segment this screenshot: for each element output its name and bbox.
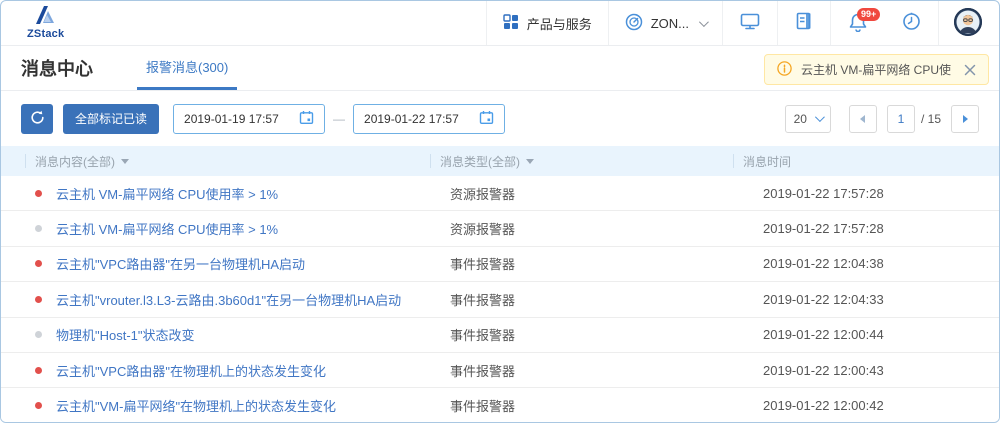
document-icon: [795, 12, 813, 34]
column-header-time: 消息时间: [733, 153, 999, 170]
date-to-value: 2019-01-22 17:57: [364, 112, 459, 126]
table-body: 云主机 VM-扁平网络 CPU使用率 > 1% 资源报警器 2019-01-22…: [1, 176, 999, 423]
column-header-type-label: 消息类型(全部): [440, 153, 520, 170]
next-page-button[interactable]: [951, 105, 979, 133]
date-from-value: 2019-01-19 17:57: [184, 112, 279, 126]
date-from-picker[interactable]: 2019-01-19 17:57: [173, 104, 325, 134]
unread-dot: [35, 190, 42, 197]
unread-dot: [35, 225, 42, 232]
column-header-time-label: 消息时间: [743, 153, 791, 170]
grid-icon: [503, 14, 519, 33]
table-row: 云主机"VPC路由器"在另一台物理机HA启动 事件报警器 2019-01-22 …: [1, 247, 999, 282]
products-services-menu[interactable]: 产品与服务: [486, 1, 608, 45]
message-link[interactable]: 物理机"Host-1"状态改变: [56, 325, 450, 344]
avatar: [953, 7, 983, 40]
message-type: 事件报警器: [450, 396, 763, 415]
unread-dot: [35, 402, 42, 409]
table-row: 物理机"Host-1"状态改变 事件报警器 2019-01-22 12:00:4…: [1, 318, 999, 353]
calendar-icon: [299, 110, 314, 128]
toolbar: 全部标记已读 2019-01-19 17:57 — 2019-01-22 17:…: [1, 91, 999, 146]
navbar-right: 产品与服务 ZON...: [486, 1, 999, 45]
unread-dot: [35, 331, 42, 338]
zstack-logo-icon: [35, 6, 57, 27]
column-header-type[interactable]: 消息类型(全部): [430, 153, 743, 170]
message-time: 2019-01-22 12:00:43: [763, 363, 999, 378]
message-type: 资源报警器: [450, 184, 763, 203]
documents-button[interactable]: [777, 1, 830, 45]
products-services-label: 产品与服务: [527, 14, 592, 33]
table-header: 消息内容(全部) 消息类型(全部) 消息时间: [1, 146, 999, 176]
message-type: 事件报警器: [450, 361, 763, 380]
prev-page-button[interactable]: [849, 105, 877, 133]
unread-dot: [35, 260, 42, 267]
table-row: 云主机 VM-扁平网络 CPU使用率 > 1% 资源报警器 2019-01-22…: [1, 211, 999, 246]
page-size-value: 20: [794, 112, 807, 126]
top-navbar: ZStack 产品与服务: [1, 1, 999, 46]
clock-icon: [902, 12, 921, 34]
column-header-content-label: 消息内容(全部): [35, 153, 115, 170]
chevron-down-icon: [815, 112, 825, 122]
zstack-logo[interactable]: ZStack: [9, 1, 82, 45]
calendar-icon: [479, 110, 494, 128]
zone-selector[interactable]: ZON...: [608, 1, 722, 45]
unread-dot: [35, 367, 42, 374]
message-link[interactable]: 云主机"vrouter.l3.L3-云路由.3b60d1"在另一台物理机HA启动: [56, 290, 450, 309]
message-time: 2019-01-22 12:00:42: [763, 398, 999, 413]
close-icon[interactable]: [964, 64, 976, 76]
message-time: 2019-01-22 12:04:33: [763, 292, 999, 307]
user-menu[interactable]: [938, 1, 999, 45]
message-link[interactable]: 云主机 VM-扁平网络 CPU使用率 > 1%: [56, 184, 450, 203]
zstack-logo-text: ZStack: [27, 28, 64, 40]
chevron-down-icon: [699, 17, 709, 27]
unread-dot: [35, 296, 42, 303]
console-button[interactable]: [722, 1, 777, 45]
message-type: 资源报警器: [450, 219, 763, 238]
app-window: ZStack 产品与服务: [0, 0, 1000, 423]
date-to-picker[interactable]: 2019-01-22 17:57: [353, 104, 505, 134]
message-link[interactable]: 云主机"VM-扁平网络"在物理机上的状态发生变化: [56, 396, 450, 415]
message-link[interactable]: 云主机 VM-扁平网络 CPU使用率 > 1%: [56, 219, 450, 238]
column-header-content[interactable]: 消息内容(全部): [25, 153, 440, 170]
message-type: 事件报警器: [450, 290, 763, 309]
info-icon: [777, 61, 792, 79]
filter-caret-icon: [526, 159, 534, 164]
table-row: 云主机"vrouter.l3.L3-云路由.3b60d1"在另一台物理机HA启动…: [1, 282, 999, 317]
table-row: 云主机"VM-扁平网络"在物理机上的状态发生变化 事件报警器 2019-01-2…: [1, 388, 999, 423]
monitor-icon: [740, 12, 760, 34]
toast-message: 云主机 VM-扁平网络 CPU使...: [801, 61, 952, 78]
refresh-button[interactable]: [21, 104, 53, 134]
chevron-left-icon: [860, 115, 865, 123]
table-row: 云主机 VM-扁平网络 CPU使用率 > 1% 资源报警器 2019-01-22…: [1, 176, 999, 211]
zone-label: ZON...: [651, 16, 689, 31]
total-pages-label: / 15: [921, 112, 941, 126]
history-button[interactable]: [885, 1, 938, 45]
message-type: 事件报警器: [450, 254, 763, 273]
chevron-right-icon: [963, 115, 968, 123]
page-header: 消息中心 报警消息(300) 云主机 VM-扁平网络 CPU使...: [1, 46, 999, 91]
notification-toast: 云主机 VM-扁平网络 CPU使...: [764, 54, 989, 85]
message-time: 2019-01-22 12:00:44: [763, 327, 999, 342]
mark-all-read-button[interactable]: 全部标记已读: [63, 104, 159, 134]
table-row: 云主机"VPC路由器"在物理机上的状态发生变化 事件报警器 2019-01-22…: [1, 353, 999, 388]
message-time: 2019-01-22 17:57:28: [763, 221, 999, 236]
notifications-button[interactable]: 99+: [830, 1, 885, 45]
message-type: 事件报警器: [450, 325, 763, 344]
message-link[interactable]: 云主机"VPC路由器"在物理机上的状态发生变化: [56, 361, 450, 380]
page-size-select[interactable]: 20: [785, 105, 831, 133]
tab-alarm-messages[interactable]: 报警消息(300): [137, 46, 237, 90]
filter-caret-icon: [121, 159, 129, 164]
message-time: 2019-01-22 12:04:38: [763, 256, 999, 271]
message-time: 2019-01-22 17:57:28: [763, 186, 999, 201]
date-range-separator: —: [333, 112, 345, 126]
notification-badge: 99+: [857, 8, 880, 21]
current-page-input[interactable]: 1: [887, 105, 915, 133]
zone-icon: [625, 13, 643, 34]
refresh-icon: [30, 110, 45, 128]
message-link[interactable]: 云主机"VPC路由器"在另一台物理机HA启动: [56, 254, 450, 273]
page-title: 消息中心: [1, 46, 93, 90]
